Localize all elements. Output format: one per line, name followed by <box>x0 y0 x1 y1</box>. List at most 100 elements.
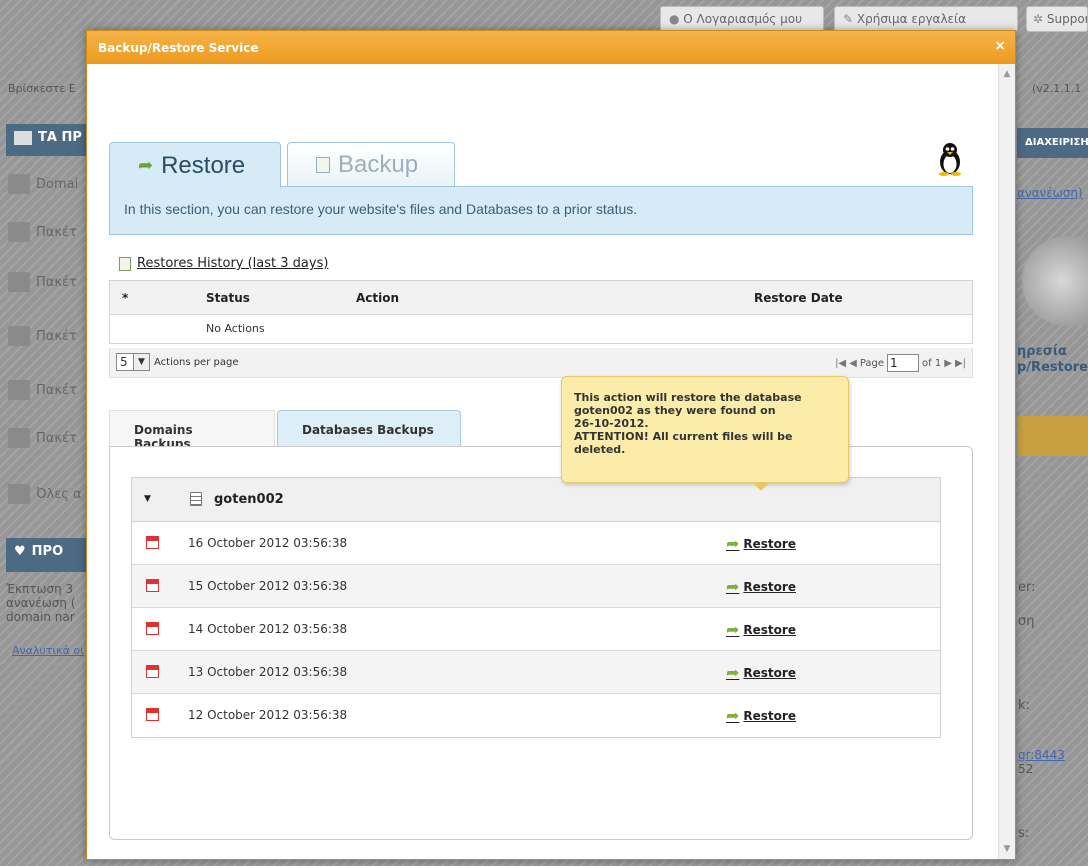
support-button[interactable]: ✲ Support <box>1026 6 1088 32</box>
dialog-titlebar: Backup/Restore Service × <box>87 31 1015 64</box>
restores-history-title: Restores History (last 3 days) <box>119 256 328 271</box>
restore-link[interactable]: ➦ Restore <box>726 534 796 553</box>
table-row: 12 October 2012 03:56:38 ➦ Restore <box>132 694 940 737</box>
disk-icon <box>1022 236 1088 326</box>
promo-link[interactable]: Αναλυτικά οι <box>12 644 86 657</box>
per-page-value: 5 <box>116 353 134 371</box>
sidebar-item-package-5[interactable]: Πακέτ <box>8 428 88 448</box>
page-input[interactable]: 1 <box>887 354 920 372</box>
backup-icon <box>316 156 330 173</box>
layers-icon <box>8 222 30 242</box>
restore-arrow-icon: ➦ <box>726 706 740 725</box>
mail-icon <box>8 272 30 292</box>
page-of-label: of 1 <box>922 357 942 369</box>
sidebar-item-package-1[interactable]: Πακέτ <box>8 222 88 242</box>
database-name: goten002 <box>214 492 284 507</box>
col-action: Action <box>356 291 400 305</box>
tab-backup[interactable]: Backup <box>287 142 455 186</box>
restore-arrow-icon: ➦ <box>138 155 154 175</box>
tab-domains-backups[interactable]: Domains Backups <box>109 410 275 451</box>
prev-page-icon[interactable]: ◀ <box>849 358 857 369</box>
collapse-triangle-icon[interactable]: ▼ <box>144 494 151 504</box>
restore-arrow-icon: ➦ <box>726 534 740 553</box>
restores-history-table: * Status Action Restore Date No Actions <box>109 280 973 344</box>
backup-date: 13 October 2012 03:56:38 <box>188 665 348 679</box>
close-icon[interactable]: × <box>994 38 1006 54</box>
account-button[interactable]: ● Ο Λογαριασμός μου <box>660 6 824 32</box>
restore-info-panel: In this section, you can restore your we… <box>109 186 973 235</box>
calendar-icon <box>146 536 159 549</box>
right-text-2: ση <box>1018 614 1035 629</box>
calendar-icon <box>146 622 159 635</box>
right-text-1: er: <box>1018 580 1036 595</box>
databases-backups-panel: ▼ goten002 16 October 2012 03:56:38 ➦ Re… <box>109 446 973 840</box>
restore-link[interactable]: ➦ Restore <box>726 663 796 682</box>
per-page-label: Actions per page <box>154 356 239 368</box>
sidebar-item-package-3[interactable]: Πακέτ <box>8 326 88 346</box>
linux-penguin-icon <box>939 143 961 176</box>
scroll-up-icon[interactable]: ▲ <box>999 66 1015 82</box>
last-page-icon[interactable]: ▶| <box>955 358 966 369</box>
restore-arrow-icon: ➦ <box>726 620 740 639</box>
sidebar-item-all[interactable]: Όλες α <box>8 484 88 504</box>
cursor-icon <box>8 380 30 400</box>
calendar-icon <box>146 665 159 678</box>
dialog-title: Backup/Restore Service <box>98 41 259 55</box>
dialog-content: ➦ Restore Backup In this section, you ca… <box>109 64 973 859</box>
port-link[interactable]: gr:8443 <box>1018 748 1065 762</box>
service-label: ηρεσία p/Restore <box>1017 344 1088 375</box>
restore-warning-tooltip: This action will restore the database go… <box>561 376 849 491</box>
backup-restore-dialog: Backup/Restore Service × ▲ ▼ ➦ Restore B… <box>86 30 1016 860</box>
sidebar-item-package-2[interactable]: Πακέτ <box>8 272 88 292</box>
restore-link[interactable]: ➦ Restore <box>726 706 796 725</box>
tab-restore[interactable]: ➦ Restore <box>109 142 281 188</box>
database-group-header[interactable]: ▼ goten002 <box>132 478 940 522</box>
col-star: * <box>122 291 129 305</box>
breadcrumb: Βρίσκεστε Ε <box>8 82 76 95</box>
right-text-3: k: <box>1018 698 1030 713</box>
database-backups-table: ▼ goten002 16 October 2012 03:56:38 ➦ Re… <box>131 477 941 738</box>
manage-bar: ΔΙΑΧΕΙΡΙΣΗ <box>1017 128 1088 158</box>
sidebar-item-domains[interactable]: Domai <box>8 174 88 194</box>
first-page-icon[interactable]: |◀ <box>835 358 846 369</box>
table-row: 13 October 2012 03:56:38 ➦ Restore <box>132 651 940 694</box>
window-icon <box>8 428 30 448</box>
www-icon <box>8 174 30 194</box>
promo-text: Έκπτωση 3 ανανέωση ( domain nar <box>6 582 76 624</box>
heart-icon: ♥ <box>14 544 26 559</box>
table-row: 14 October 2012 03:56:38 ➦ Restore <box>132 608 940 651</box>
version-label: (v2.1.1.1 <box>1032 82 1082 95</box>
backup-date: 15 October 2012 03:56:38 <box>188 579 348 593</box>
restore-arrow-icon: ➦ <box>726 663 740 682</box>
clipboard-icon <box>119 256 131 271</box>
per-page-select[interactable]: 5 ▼ Actions per page <box>116 353 238 371</box>
tab-databases-backups[interactable]: Databases Backups <box>277 410 461 447</box>
backup-date: 14 October 2012 03:56:38 <box>188 622 348 636</box>
promo-bar: ♥ ΠΡΟ <box>6 538 86 572</box>
folder-icon <box>14 130 32 145</box>
database-icon <box>190 492 202 506</box>
history-header-row: * Status Action Restore Date <box>110 281 972 315</box>
calendar-icon <box>146 708 159 721</box>
right-num: 52 <box>1018 762 1034 776</box>
renew-link[interactable]: ανανέωση) <box>1017 186 1083 200</box>
restore-link[interactable]: ➦ Restore <box>726 620 796 639</box>
table-row: No Actions <box>110 315 972 343</box>
history-pager-bar: 5 ▼ Actions per page |◀ ◀ Page 1 of 1 ▶ … <box>109 348 973 378</box>
next-page-icon[interactable]: ▶ <box>944 358 952 369</box>
sidebar-item-package-4[interactable]: Πακέτ <box>8 380 88 400</box>
chevron-down-icon[interactable]: ▼ <box>134 353 150 371</box>
cart-icon <box>8 326 30 346</box>
grid-icon <box>8 484 30 504</box>
backup-date: 16 October 2012 03:56:38 <box>188 536 348 550</box>
tools-button[interactable]: ✎ Χρήσιμα εργαλεία <box>834 6 1018 32</box>
right-text-4: s: <box>1018 826 1030 841</box>
table-row: 15 October 2012 03:56:38 ➦ Restore <box>132 565 940 608</box>
scroll-down-icon[interactable]: ▼ <box>999 841 1015 857</box>
backup-date: 12 October 2012 03:56:38 <box>188 708 348 722</box>
restore-arrow-icon: ➦ <box>726 577 740 596</box>
no-actions-label: No Actions <box>206 322 265 335</box>
restore-link[interactable]: ➦ Restore <box>726 577 796 596</box>
dialog-scrollbar[interactable]: ▲ ▼ <box>998 64 1015 859</box>
col-restore-date: Restore Date <box>754 291 843 305</box>
